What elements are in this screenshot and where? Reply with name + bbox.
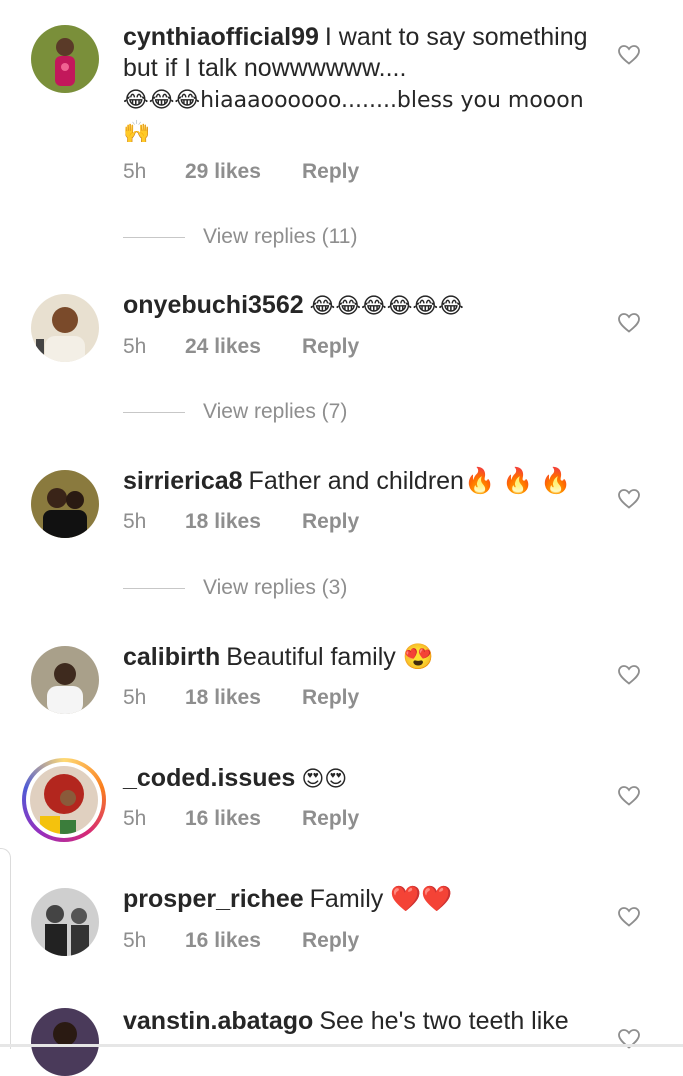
comment-likes[interactable]: 16 likes bbox=[185, 929, 302, 953]
comment-username[interactable]: _coded.issues bbox=[123, 764, 295, 792]
heart-outline-icon[interactable] bbox=[617, 487, 641, 511]
comment-text: prosper_richee Family ❤️❤️ bbox=[123, 884, 593, 915]
view-replies-label: View replies (11) bbox=[203, 225, 358, 248]
heart-outline-icon[interactable] bbox=[617, 663, 641, 687]
comment-likes[interactable]: 24 likes bbox=[185, 335, 302, 359]
comment-likes[interactable]: 18 likes bbox=[185, 686, 302, 710]
divider-line bbox=[123, 587, 185, 589]
view-replies-button[interactable]: View replies (11) bbox=[123, 225, 357, 249]
avatar[interactable] bbox=[31, 25, 99, 93]
reply-button[interactable]: Reply bbox=[302, 510, 359, 534]
heart-outline-icon[interactable] bbox=[617, 784, 641, 808]
comment-time: 5h bbox=[123, 335, 147, 358]
comment-likes[interactable]: 18 likes bbox=[185, 510, 302, 534]
heart-outline-icon[interactable] bbox=[617, 1027, 641, 1051]
reply-button[interactable]: Reply bbox=[302, 160, 359, 184]
comment-username[interactable]: calibirth bbox=[123, 643, 220, 671]
comment-text: calibirth Beautiful family 😍 bbox=[123, 642, 593, 673]
comment-likes[interactable]: 16 likes bbox=[185, 807, 302, 831]
comment-username[interactable]: prosper_richee bbox=[123, 885, 304, 913]
heart-outline-icon[interactable] bbox=[617, 905, 641, 929]
comment-time: 5h bbox=[123, 807, 147, 830]
comment-time: 5h bbox=[123, 160, 147, 183]
comment-body: Family ❤️❤️ bbox=[309, 885, 453, 913]
view-replies-label: View replies (3) bbox=[203, 576, 348, 599]
reply-button[interactable]: Reply bbox=[302, 807, 359, 831]
comment-text: vanstin.abatago See he's two teeth like bbox=[123, 1006, 593, 1037]
comment-likes[interactable]: 29 likes bbox=[185, 160, 302, 184]
divider-line bbox=[123, 411, 185, 413]
comment-body: 😂😂😂😂😂😂 bbox=[309, 294, 464, 319]
comment-meta: 5h 29 likes Reply bbox=[123, 160, 359, 184]
comment-time: 5h bbox=[123, 686, 147, 709]
comment-meta: 5h 18 likes Reply bbox=[123, 510, 359, 534]
avatar[interactable] bbox=[31, 888, 99, 956]
comment-text: _coded.issues 😍😍 bbox=[123, 763, 593, 795]
comment-text: sirrierica8 Father and children🔥 🔥 🔥 bbox=[123, 466, 593, 497]
avatar-story-ring[interactable] bbox=[22, 758, 106, 842]
avatar-story-inner bbox=[26, 762, 102, 838]
heart-outline-icon[interactable] bbox=[617, 43, 641, 67]
comment-time: 5h bbox=[123, 510, 147, 533]
avatar bbox=[30, 766, 98, 834]
comment-text: onyebuchi3562 😂😂😂😂😂😂 bbox=[123, 290, 593, 322]
avatar[interactable] bbox=[31, 1008, 99, 1076]
comment-body: Beautiful family 😍 bbox=[226, 643, 434, 671]
view-replies-label: View replies (7) bbox=[203, 400, 348, 423]
comment-username[interactable]: sirrierica8 bbox=[123, 467, 243, 495]
comment-meta: 5h 18 likes Reply bbox=[123, 686, 359, 710]
comment-username[interactable]: onyebuchi3562 bbox=[123, 291, 304, 319]
comment-username[interactable]: cynthiaofficial99 bbox=[123, 23, 319, 51]
comment-meta: 5h 16 likes Reply bbox=[123, 929, 359, 953]
divider-line bbox=[123, 236, 185, 238]
comment-meta: 5h 24 likes Reply bbox=[123, 335, 359, 359]
comment-body: 😍😍 bbox=[301, 767, 348, 792]
comment-body: See he's two teeth like bbox=[319, 1007, 569, 1035]
comment-username[interactable]: vanstin.abatago bbox=[123, 1007, 313, 1035]
reply-button[interactable]: Reply bbox=[302, 686, 359, 710]
avatar[interactable] bbox=[31, 646, 99, 714]
reply-button[interactable]: Reply bbox=[302, 335, 359, 359]
view-replies-button[interactable]: View replies (7) bbox=[123, 400, 347, 424]
heart-outline-icon[interactable] bbox=[617, 311, 641, 335]
reply-button[interactable]: Reply bbox=[302, 929, 359, 953]
comment-body: Father and children🔥 🔥 🔥 bbox=[248, 467, 572, 495]
comment-text: cynthiaofficial99 I want to say something… bbox=[123, 22, 593, 148]
scroll-edge-indicator bbox=[0, 848, 11, 1049]
comment-time: 5h bbox=[123, 929, 147, 952]
comment-meta: 5h 16 likes Reply bbox=[123, 807, 359, 831]
comment-body-2: 😂😂😂hiaaaoooooo........bless you mooon🙌 bbox=[123, 88, 584, 145]
avatar[interactable] bbox=[31, 470, 99, 538]
avatar[interactable] bbox=[31, 294, 99, 362]
view-replies-button[interactable]: View replies (3) bbox=[123, 576, 347, 600]
